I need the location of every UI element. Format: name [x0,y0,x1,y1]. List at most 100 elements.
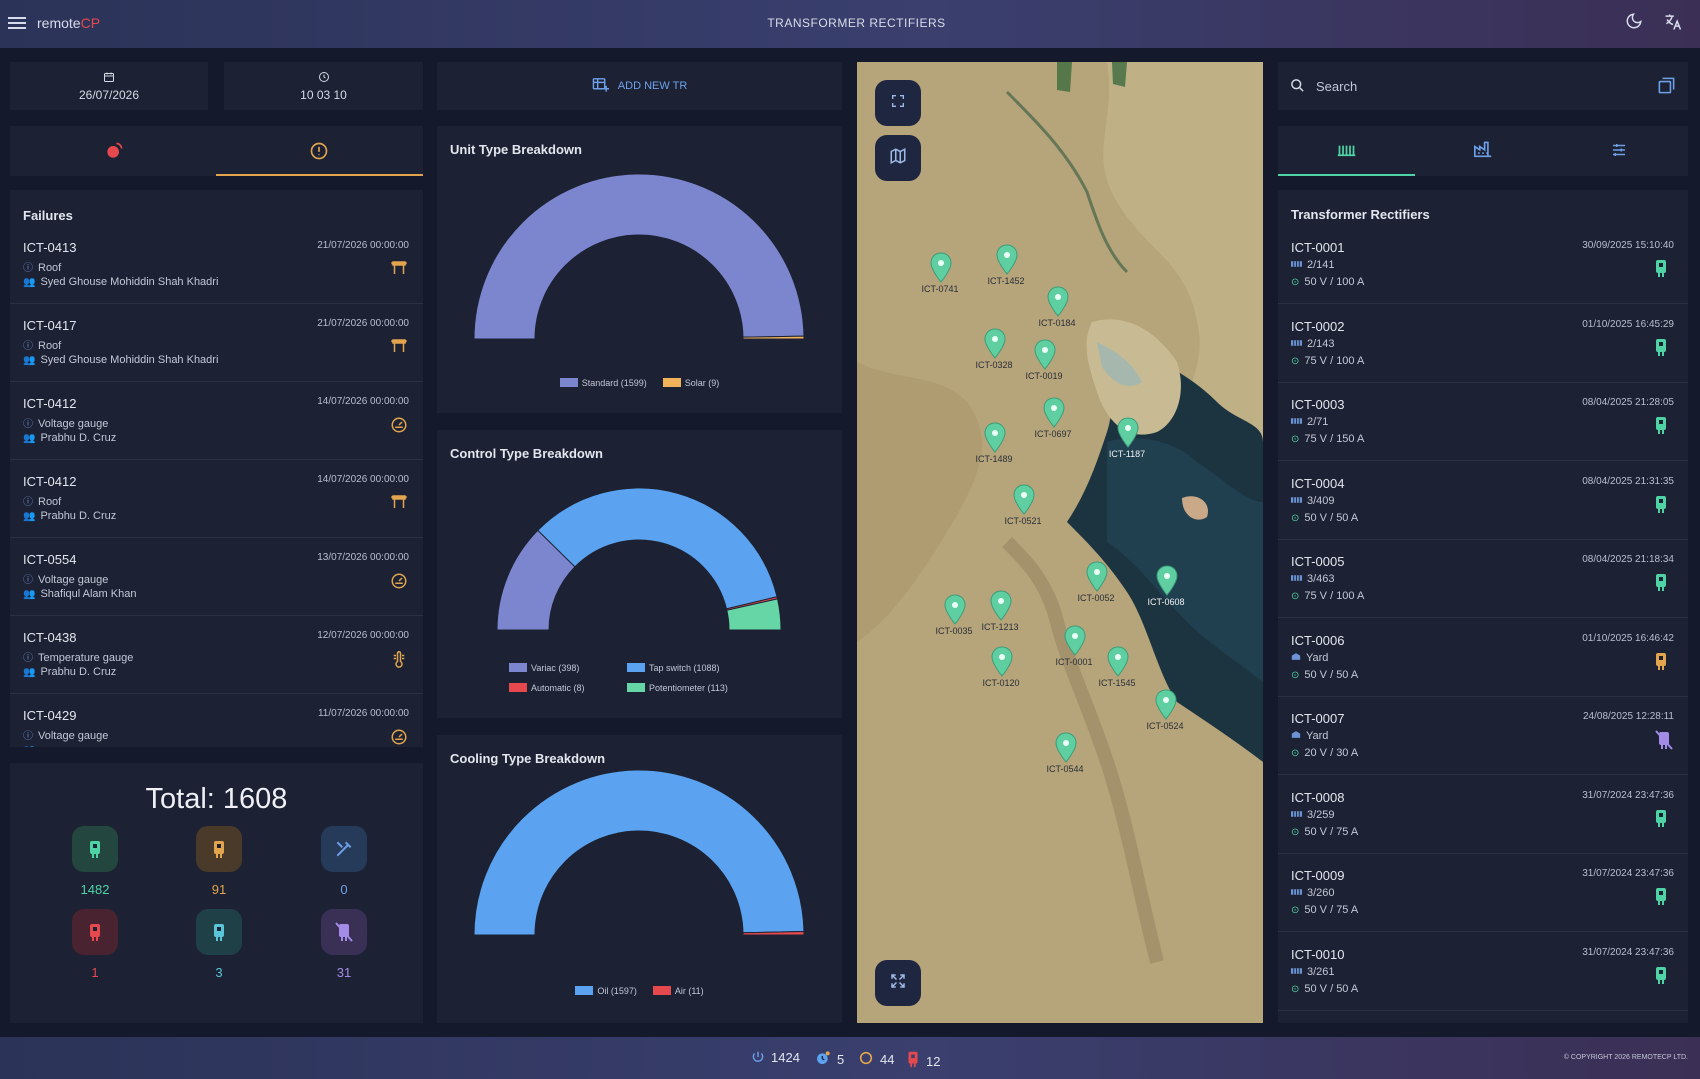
satellite-map[interactable]: ICT-0741 ICT-1452 ICT-0184 ICT-0328 ICT-… [857,62,1263,1023]
map-marker-icon [991,646,1013,677]
footer-stat-value: 44 [880,1052,895,1067]
rack-icon [1291,416,1307,428]
failure-id: ICT-0429 [23,708,77,723]
rectifier-item[interactable]: ICT-0001 30/09/2025 15:10:40 2/141 ⊙ 50 V… [1278,226,1688,304]
chart-segment[interactable] [537,487,778,610]
map-pin[interactable]: ICT-0120 [982,646,1020,688]
tools-icon [321,826,367,872]
info-icon: ⓘ [23,653,33,664]
copy-icon[interactable] [1657,76,1676,100]
rack-icon [1291,259,1307,271]
map-pin[interactable]: ICT-1452 [987,244,1025,286]
failure-id: ICT-0412 [23,396,77,411]
map-pin[interactable]: ICT-0741 [921,252,959,294]
map-pin[interactable]: ICT-1187 [1109,417,1145,459]
add-table-icon [592,78,612,95]
chart-segment[interactable] [473,769,805,936]
legend-swatch [509,663,527,672]
translate-icon[interactable] [1662,12,1684,34]
failure-item[interactable]: ICT-0429 11/07/2026 00:00:00 ⓘ Voltage ga… [10,694,423,747]
status-stat[interactable]: 3 [189,909,249,980]
rectifier-date: 31/07/2024 23:47:36 [1582,946,1674,958]
failure-item[interactable]: ICT-0554 13/07/2026 00:00:00 ⓘ Voltage ga… [10,538,423,616]
map-pin[interactable]: ICT-0521 [1004,484,1042,526]
failure-item[interactable]: ICT-0412 14/07/2026 00:00:00 ⓘ Roof 👥 Prab… [10,460,423,538]
map-pin[interactable]: ICT-0544 [1046,732,1084,774]
rectifier-item[interactable]: ICT-0005 08/04/2025 21:18:34 3/463 ⊙ 75 V… [1278,540,1688,618]
map-pin[interactable]: ICT-1213 [981,590,1019,632]
tab-sites[interactable] [1415,126,1552,176]
failure-id: ICT-0417 [23,318,77,333]
map-pin[interactable]: ICT-0001 [1055,625,1093,667]
rectifier-id: ICT-0008 [1291,789,1345,805]
status-stat[interactable]: 91 [189,826,249,897]
fullscreen-button[interactable] [875,80,921,126]
rectifier-item[interactable]: ICT-0004 08/04/2025 21:31:35 3/409 ⊙ 50 V… [1278,462,1688,540]
footer-stat-value: 12 [926,1054,941,1069]
factory-icon [1473,140,1493,163]
map-pin[interactable]: ICT-0328 [975,328,1013,370]
tab-warnings[interactable] [216,126,423,176]
search-input[interactable] [1316,74,1616,98]
map-pin[interactable]: ICT-0052 [1077,561,1115,603]
failure-item[interactable]: ICT-0413 21/07/2026 00:00:00 ⓘ Roof 👥 Syed… [10,226,423,304]
map-pin[interactable]: ICT-1489 [975,422,1013,464]
map-marker-icon [996,244,1018,275]
stat-count: 91 [211,882,227,897]
rectifier-id: ICT-0003 [1291,397,1345,412]
map-pin[interactable]: ICT-0608 [1147,565,1185,607]
status-stat[interactable]: 31 [314,909,374,980]
failure-item[interactable]: ICT-0412 14/07/2026 00:00:00 ⓘ Voltage ga… [10,382,423,460]
collapse-button[interactable] [875,960,921,1006]
yard-icon [1291,730,1306,742]
rectifier-item[interactable]: ICT-0007 24/08/2025 12:28:11 Yard ⊙ 20 V … [1278,697,1688,775]
map-pin[interactable]: ICT-0035 [935,594,973,636]
failure-item[interactable]: ICT-0417 21/07/2026 00:00:00 ⓘ Roof 👥 Syed… [10,304,423,382]
add-new-tr-button[interactable]: ADD NEW TR [437,62,842,110]
rectifier-id: ICT-0005 [1291,554,1345,569]
rectifier-item[interactable]: ICT-0009 31/07/2024 23:47:36 3/260 ⊙ 50 V… [1278,854,1688,932]
map-layers-button[interactable] [875,135,921,181]
map-pin[interactable]: ICT-0697 [1034,397,1072,439]
map-pin[interactable]: ICT-1545 [1098,646,1136,688]
failure-item[interactable]: ICT-0438 12/07/2026 00:00:00 ⓘ Temperatur… [10,616,423,694]
chart-legend: Variac (398) Tap switch (1088)Automatic (… [509,658,769,698]
rectifier-item[interactable]: ICT-0003 08/04/2025 21:28:05 2/71 ⊙ 75 V … [1278,383,1688,461]
rating-icon: ⊙ [1291,669,1300,681]
rectifier-item[interactable]: ICT-0006 01/10/2025 16:46:42 Yard ⊙ 50 V … [1278,619,1688,697]
map-pin-label: ICT-1452 [987,276,1025,286]
chart-segment[interactable] [742,335,805,340]
roof-icon [389,494,409,514]
rectifier-item[interactable]: ICT-0010 31/07/2024 23:47:36 3/261 ⊙ 50 V… [1278,933,1688,1011]
map-pin[interactable]: ICT-0184 [1038,286,1076,328]
tab-filters[interactable] [1552,126,1688,176]
rectifier-status-icon [1654,965,1674,987]
circle-icon [858,1051,874,1069]
map-pin-label: ICT-0328 [975,360,1013,370]
map-pin[interactable]: ICT-0019 [1025,339,1063,381]
stat-count: 0 [340,882,348,897]
status-stat[interactable]: 1482 [65,826,125,897]
footer-stat[interactable]: 5 [815,1050,844,1069]
person-icon: 👥 [23,745,35,747]
tr-fail-icon [906,1051,920,1071]
chart-segment[interactable] [473,173,805,340]
moon-icon[interactable] [1623,12,1645,34]
rectifier-item[interactable]: ICT-0008 31/07/2024 23:47:36 3/259 ⊙ 50 V… [1278,776,1688,854]
rating-icon: ⊙ [1291,983,1300,995]
roof-icon [389,338,409,358]
tab-alarms[interactable] [10,126,216,176]
failure-type: ⓘ Roof [23,496,62,508]
tab-list[interactable] [1278,126,1415,176]
map-pin-label: ICT-0120 [982,678,1020,688]
status-stat[interactable]: 0 [314,826,374,897]
rectifier-id: ICT-0001 [1291,240,1345,255]
footer-stat[interactable]: 1424 [751,1050,800,1067]
footer-stat[interactable]: 44 [858,1050,894,1069]
unit-type-gauge [473,173,805,340]
filter-sliders-icon [1610,141,1628,164]
map-pin[interactable]: ICT-0524 [1146,689,1184,731]
footer-stat[interactable]: 12 [906,1050,940,1071]
status-stat[interactable]: 1 [65,909,125,980]
rectifier-item[interactable]: ICT-0002 01/10/2025 16:45:29 2/143 ⊙ 75 V… [1278,305,1688,383]
